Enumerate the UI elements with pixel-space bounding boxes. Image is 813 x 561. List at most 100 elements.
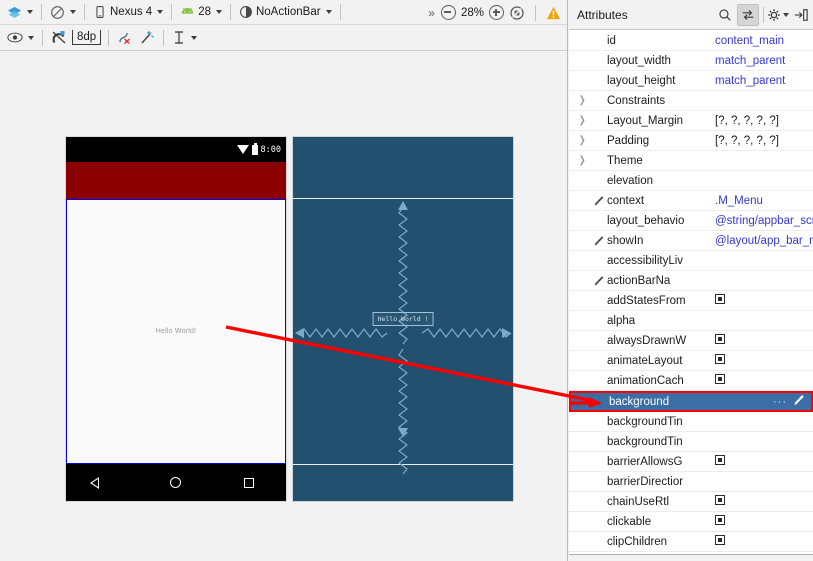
device-preview[interactable]: 8:00 Hello World!: [66, 137, 286, 501]
checkbox-icon[interactable]: [715, 354, 725, 364]
attribute-row[interactable]: layout_width match_parent: [569, 51, 813, 71]
zoom-controls: » 28%: [428, 0, 561, 25]
attribute-row[interactable]: barrierAllowsG: [569, 452, 813, 472]
attribute-row[interactable]: accessibilityLiv: [569, 251, 813, 271]
attribute-row[interactable]: layout_height match_parent: [569, 71, 813, 91]
attribute-row[interactable]: chainUseRtl: [569, 492, 813, 512]
chevron-right-icon[interactable]: ❯: [573, 95, 591, 106]
attribute-checkbox[interactable]: [715, 535, 813, 548]
checkbox-icon[interactable]: [715, 455, 725, 465]
attribute-row[interactable]: context .M_Menu: [569, 191, 813, 211]
guidelines-icon: [172, 30, 186, 45]
attribute-more-options-button[interactable]: ···: [773, 396, 793, 408]
chevron-right-icon[interactable]: ❯: [573, 135, 591, 146]
blueprint-preview[interactable]: Hello World !: [293, 137, 513, 501]
api-level-dropdown[interactable]: 28: [177, 2, 225, 23]
attribute-checkbox[interactable]: [715, 354, 813, 367]
toolbar-divider: [171, 4, 173, 20]
autoconnect-magnet-icon: [51, 30, 67, 45]
search-icon[interactable]: [714, 4, 736, 26]
warning-icon[interactable]: [546, 6, 561, 20]
attribute-value[interactable]: [?, ?, ?, ?, ?]: [715, 115, 813, 127]
attributes-list[interactable]: id content_main layout_width match_parent la…: [569, 31, 813, 554]
attribute-value[interactable]: match_parent: [715, 55, 813, 67]
guidelines-dropdown[interactable]: [169, 27, 200, 48]
attribute-row[interactable]: clickable: [569, 512, 813, 532]
checkbox-icon[interactable]: [715, 334, 725, 344]
content-main-view[interactable]: Hello World!: [66, 199, 286, 464]
zoom-out-icon[interactable]: [440, 5, 456, 20]
autoconnect-button[interactable]: [48, 27, 70, 48]
zoom-to-fit-icon[interactable]: [509, 5, 525, 21]
attribute-row[interactable]: barrierDirectior: [569, 472, 813, 492]
attribute-checkbox[interactable]: [715, 374, 813, 387]
attribute-checkbox[interactable]: [715, 515, 813, 528]
chevron-right-icon[interactable]: ❯: [573, 155, 591, 166]
attribute-row[interactable]: elevation: [569, 171, 813, 191]
zoom-in-icon[interactable]: [489, 5, 504, 20]
chevron-down-icon: [28, 35, 34, 40]
attribute-value[interactable]: @layout/app_bar_m_: [715, 235, 813, 247]
attribute-row[interactable]: backgroundTin: [569, 432, 813, 452]
device-dropdown[interactable]: Nexus 4: [90, 2, 166, 23]
toggle-expert-mode-icon[interactable]: [737, 3, 759, 26]
attribute-row[interactable]: ❯ Theme: [569, 151, 813, 171]
attribute-value[interactable]: @string/appbar_scroll: [715, 215, 813, 227]
chevron-right-icon[interactable]: ❯: [573, 115, 591, 126]
design-canvas[interactable]: 8:00 Hello World! Hello World !: [0, 52, 567, 561]
attribute-checkbox[interactable]: [715, 455, 813, 468]
attribute-value[interactable]: [?, ?, ?, ?, ?]: [715, 135, 813, 147]
attribute-row[interactable]: animateLayout: [569, 351, 813, 371]
checkbox-icon[interactable]: [715, 515, 725, 525]
attribute-row[interactable]: ❯ Layout_Margin [?, ?, ?, ?, ?]: [569, 111, 813, 131]
attribute-name: clickable: [607, 515, 652, 528]
header-divider: [763, 6, 764, 23]
attribute-row[interactable]: ❯ Constraints: [569, 91, 813, 111]
attribute-row-selected[interactable]: background ···: [569, 391, 813, 412]
layers-dropdown[interactable]: [4, 2, 36, 23]
attributes-panel-header: Attributes: [569, 0, 813, 30]
attribute-row[interactable]: clipChildren: [569, 532, 813, 552]
attribute-checkbox[interactable]: [715, 334, 813, 347]
gear-icon[interactable]: [767, 4, 789, 26]
attribute-row[interactable]: ❯ Padding [?, ?, ?, ?, ?]: [569, 131, 813, 151]
attribute-name: Theme: [607, 154, 643, 167]
clear-constraints-button[interactable]: [114, 27, 136, 48]
attribute-row[interactable]: backgroundTin: [569, 412, 813, 432]
attribute-value[interactable]: .M_Menu: [715, 195, 813, 207]
attribute-row[interactable]: addStatesFrom: [569, 291, 813, 311]
orientation-dropdown[interactable]: [47, 2, 79, 23]
toolbar-overflow-button[interactable]: »: [428, 6, 436, 20]
checkbox-icon[interactable]: [715, 294, 725, 304]
attribute-value[interactable]: content_main: [715, 35, 813, 47]
nav-home-icon: [169, 477, 181, 488]
checkbox-icon[interactable]: [715, 374, 725, 384]
attribute-name: accessibilityLiv: [607, 254, 684, 267]
collapse-panel-icon[interactable]: [790, 4, 812, 26]
wifi-icon: [236, 145, 249, 154]
visibility-dropdown[interactable]: [4, 27, 37, 48]
attribute-row[interactable]: alpha: [569, 311, 813, 331]
brush-icon[interactable]: [793, 394, 805, 409]
attribute-row[interactable]: showIn @layout/app_bar_m_: [569, 231, 813, 251]
checkbox-icon[interactable]: [715, 495, 725, 505]
attribute-name: layout_behavio: [607, 214, 685, 227]
attribute-row[interactable]: id content_main: [569, 31, 813, 51]
blueprint-widget-label[interactable]: Hello World !: [372, 312, 434, 326]
navigation-bar: [66, 464, 286, 501]
attribute-checkbox[interactable]: [715, 495, 813, 508]
toolbar-divider: [41, 4, 42, 20]
attribute-value[interactable]: match_parent: [715, 75, 813, 87]
infer-constraints-button[interactable]: [136, 27, 158, 48]
attribute-row[interactable]: layout_behavio @string/appbar_scroll: [569, 211, 813, 231]
visibility-icon: [7, 31, 23, 44]
chevron-down-icon: [157, 10, 164, 14]
attribute-checkbox[interactable]: [715, 294, 813, 307]
attribute-name: clipChildren: [607, 535, 668, 548]
attribute-row[interactable]: actionBarNa: [569, 271, 813, 291]
attribute-row[interactable]: animationCach: [569, 371, 813, 391]
default-margin-value[interactable]: 8dp: [72, 30, 102, 45]
checkbox-icon[interactable]: [715, 535, 725, 545]
theme-dropdown[interactable]: NoActionBar: [236, 2, 335, 23]
attribute-row[interactable]: alwaysDrawnW: [569, 331, 813, 351]
